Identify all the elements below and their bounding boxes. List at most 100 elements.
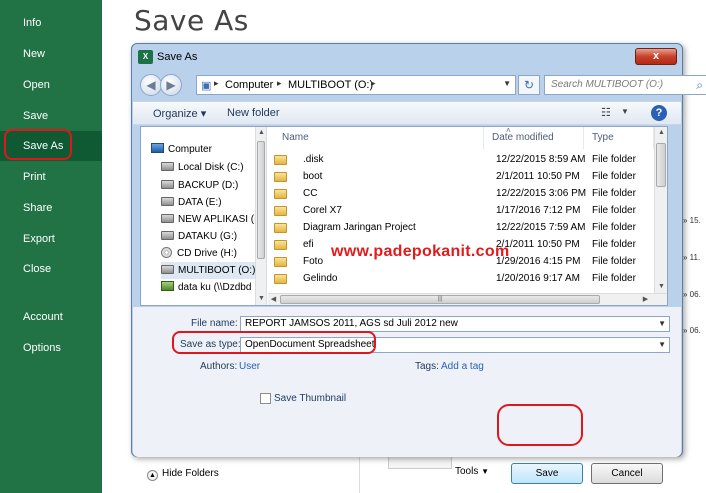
- file-type: File folder: [592, 188, 636, 199]
- file-row[interactable]: CC 12/22/2015 3:06 PM File folder: [268, 185, 654, 202]
- chevron-down-icon[interactable]: ▼: [658, 338, 666, 352]
- file-name: boot: [303, 171, 323, 182]
- folder-icon: [274, 189, 287, 199]
- view-options-icon[interactable]: ☷: [601, 106, 611, 119]
- close-button[interactable]: x: [635, 48, 677, 65]
- nav-pane-label: NEW APLIKASI (F: [178, 214, 261, 225]
- chevron-down-icon: ▼: [481, 467, 490, 476]
- nav-account[interactable]: Account: [0, 302, 102, 332]
- chevron-down-icon[interactable]: ▼: [658, 317, 666, 331]
- nav-pane-computer[interactable]: Computer: [151, 141, 265, 158]
- file-list-hscroll[interactable]: ◀ ||| ▶: [268, 293, 667, 305]
- forward-button[interactable]: ▶: [160, 74, 182, 96]
- file-name: .disk: [303, 154, 324, 165]
- nav-info[interactable]: Info: [0, 8, 102, 38]
- breadcrumb-drive[interactable]: MULTIBOOT (O:): [288, 79, 373, 91]
- cancel-button[interactable]: Cancel: [591, 463, 663, 484]
- drive-icon: [161, 162, 174, 171]
- nav-print[interactable]: Print: [0, 162, 102, 192]
- new-folder-button[interactable]: New folder: [227, 107, 280, 119]
- file-type: File folder: [592, 171, 636, 182]
- help-icon[interactable]: ?: [651, 105, 667, 121]
- computer-icon: [151, 143, 164, 153]
- backstage-nav: Info New Open Save Save As Print Share E…: [0, 0, 102, 493]
- chevron-down-icon[interactable]: ▼: [503, 79, 511, 88]
- nav-close[interactable]: Close: [0, 254, 102, 284]
- folder-icon: ▣: [201, 80, 212, 92]
- file-row[interactable]: boot 2/1/2011 10:50 PM File folder: [268, 168, 654, 185]
- search-input[interactable]: Search MULTIBOOT (O:) ⌕: [544, 75, 706, 95]
- back-button[interactable]: ◀: [140, 74, 162, 96]
- scroll-down-icon[interactable]: ▼: [655, 281, 668, 292]
- nav-pane-network[interactable]: data ku (\\Dzdbd: [161, 279, 266, 296]
- folder-icon: [274, 206, 287, 216]
- folder-icon: [274, 155, 287, 165]
- authors-value[interactable]: User: [239, 361, 260, 372]
- tools-button[interactable]: Tools ▼: [455, 466, 489, 477]
- scroll-right-icon[interactable]: ▶: [640, 294, 651, 305]
- add-tag-link[interactable]: Add a tag: [441, 361, 484, 372]
- nav-options[interactable]: Options: [0, 333, 102, 363]
- breadcrumb-computer[interactable]: Computer: [225, 79, 273, 91]
- cd-icon: [161, 247, 172, 258]
- folder-icon: [274, 274, 287, 284]
- file-row[interactable]: .disk 12/22/2015 8:59 AM File folder: [268, 151, 654, 168]
- tools-label: Tools: [455, 466, 479, 477]
- file-list-vscroll[interactable]: ▲ ▼: [654, 127, 667, 293]
- chevron-right-icon[interactable]: ▸: [371, 78, 376, 89]
- page-title: Save As: [134, 4, 249, 37]
- file-date: 1/17/2016 7:12 PM: [496, 205, 581, 216]
- dialog-titlebar[interactable]: X Save As x: [132, 44, 682, 70]
- nav-pane-drive-e[interactable]: DATA (E:): [161, 194, 266, 211]
- scroll-thumb[interactable]: [257, 141, 265, 259]
- drive-icon: [161, 231, 174, 240]
- file-name: Gelindo: [303, 273, 338, 284]
- scroll-thumb[interactable]: |||: [280, 295, 600, 304]
- excel-icon: X: [138, 50, 153, 64]
- scroll-left-icon[interactable]: ◀: [268, 294, 279, 305]
- dialog-toolbar: Organize ▾ New folder ☷ ▼ ?: [133, 101, 681, 125]
- file-date: 12/22/2015 8:59 AM: [496, 154, 586, 165]
- address-bar[interactable]: ▣ ▸ Computer ▸ MULTIBOOT (O:) ▸ ▼: [196, 75, 516, 95]
- navigation-pane: Computer Local Disk (C:) BACKUP (D:) DAT…: [141, 127, 267, 305]
- folder-icon: [274, 223, 287, 233]
- save-as-dialog: X Save As x ◀ ▶ ▣ ▸ Computer ▸ MULTIBOOT…: [131, 43, 706, 484]
- nav-pane-drive-o[interactable]: MULTIBOOT (O:): [161, 262, 266, 279]
- file-type: File folder: [592, 222, 636, 233]
- file-row[interactable]: Diagram Jaringan Project 12/22/2015 7:59 …: [268, 219, 654, 236]
- nav-pane-drive-g[interactable]: DATAKU (G:): [161, 228, 266, 245]
- save-button[interactable]: Save: [511, 463, 583, 484]
- nav-pane-drive-d[interactable]: BACKUP (D:): [161, 177, 266, 194]
- watermark-text: www.padepokanit.com: [331, 243, 510, 260]
- nav-export[interactable]: Export: [0, 224, 102, 254]
- file-row[interactable]: Corel X7 1/17/2016 7:12 PM File folder: [268, 202, 654, 219]
- file-name-input[interactable]: REPORT JAMSOS 2011, AGS sd Juli 2012 new…: [240, 316, 670, 332]
- organize-button[interactable]: Organize ▾: [153, 107, 206, 120]
- authors-label: Authors:: [200, 361, 238, 372]
- scroll-up-icon[interactable]: ▲: [256, 127, 266, 138]
- scroll-down-icon[interactable]: ▼: [256, 293, 266, 304]
- nav-pane-drive-h[interactable]: CD Drive (H:): [161, 245, 266, 262]
- file-row[interactable]: Gelindo 1/20/2016 9:17 AM File folder: [268, 270, 654, 287]
- recent-date: » 06.: [683, 326, 701, 335]
- nav-share[interactable]: Share: [0, 193, 102, 223]
- nav-pane-scrollbar[interactable]: ▲ ▼: [255, 127, 266, 305]
- nav-pane-drive-f[interactable]: NEW APLIKASI (F: [161, 211, 266, 228]
- nav-pane-label: DATAKU (G:): [178, 231, 238, 242]
- file-name: Diagram Jaringan Project: [303, 222, 416, 233]
- save-thumbnail-checkbox[interactable]: [260, 393, 271, 404]
- save-button-highlight-ring: [497, 404, 583, 446]
- nav-open[interactable]: Open: [0, 70, 102, 100]
- scroll-thumb[interactable]: [656, 143, 666, 187]
- hide-folders-button[interactable]: ▲ Hide Folders: [147, 468, 219, 481]
- nav-pane-label: MULTIBOOT (O:): [178, 265, 256, 276]
- nav-pane-drive-c[interactable]: Local Disk (C:): [161, 159, 266, 176]
- save-thumbnail-label[interactable]: Save Thumbnail: [274, 393, 346, 404]
- chevron-down-icon[interactable]: ▼: [621, 107, 629, 116]
- scroll-up-icon[interactable]: ▲: [655, 127, 668, 138]
- nav-new[interactable]: New: [0, 39, 102, 69]
- refresh-button[interactable]: ↻: [518, 75, 540, 95]
- nav-save[interactable]: Save: [0, 101, 102, 131]
- arrow-right-icon: ▶: [166, 78, 176, 92]
- chevron-right-icon[interactable]: ▸: [277, 78, 282, 89]
